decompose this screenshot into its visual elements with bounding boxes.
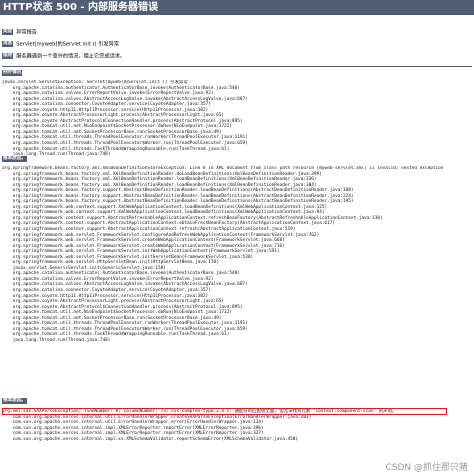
error-highlight-box [2, 408, 447, 415]
root-cause-label-2: 根本原因。 [2, 398, 27, 404]
exception-stack-trace: javax.servlet.ServletException: Servlet[… [2, 80, 472, 158]
exception-line: org.springframework.beans.factory.xml.Xm… [2, 166, 444, 171]
exception-heading: 例外情况 [2, 70, 25, 77]
type-label: 类型 [2, 29, 14, 35]
type-value: 异常报告 [16, 29, 37, 36]
divider [2, 66, 472, 67]
description-row: 描述 服务器遇到一个意外的情况，阻止它完成请求。 [2, 53, 125, 60]
page-title: HTTP状态 500 - 内部服务器错误 [0, 0, 474, 15]
type-row: 类型 异常报告 [2, 29, 37, 36]
description-label: 描述 [2, 53, 14, 59]
stack-frame-line: com.sun.org.apache.xerces.internal.impl.… [2, 436, 299, 442]
stack-frame-line: java.lang.Thread.run(Thread.java:748) [2, 337, 111, 343]
stack-frame-line: java.lang.Thread.run(Thread.java:748) [2, 152, 111, 158]
message-label: 消息 [2, 41, 14, 47]
root-cause-stack-trace-1: org.springframework.beans.factory.xml.Xm… [2, 166, 472, 344]
exception-label: 例外情况 [2, 70, 23, 76]
message-row: 消息 Servlet[myweb]的Servlet.init () 引发异常 [2, 41, 119, 48]
watermark: CSDN @抓住那只猪 [385, 463, 468, 473]
root-cause-heading-1: 根本原因。 [2, 156, 30, 163]
root-cause-label-1: 根本原因。 [2, 156, 27, 162]
description-value: 服务器遇到一个意外的情况，阻止它完成请求。 [16, 53, 126, 60]
message-value: Servlet[myweb]的Servlet.init () 引发异常 [16, 41, 119, 48]
root-cause-heading-2: 根本原因。 [2, 398, 30, 405]
